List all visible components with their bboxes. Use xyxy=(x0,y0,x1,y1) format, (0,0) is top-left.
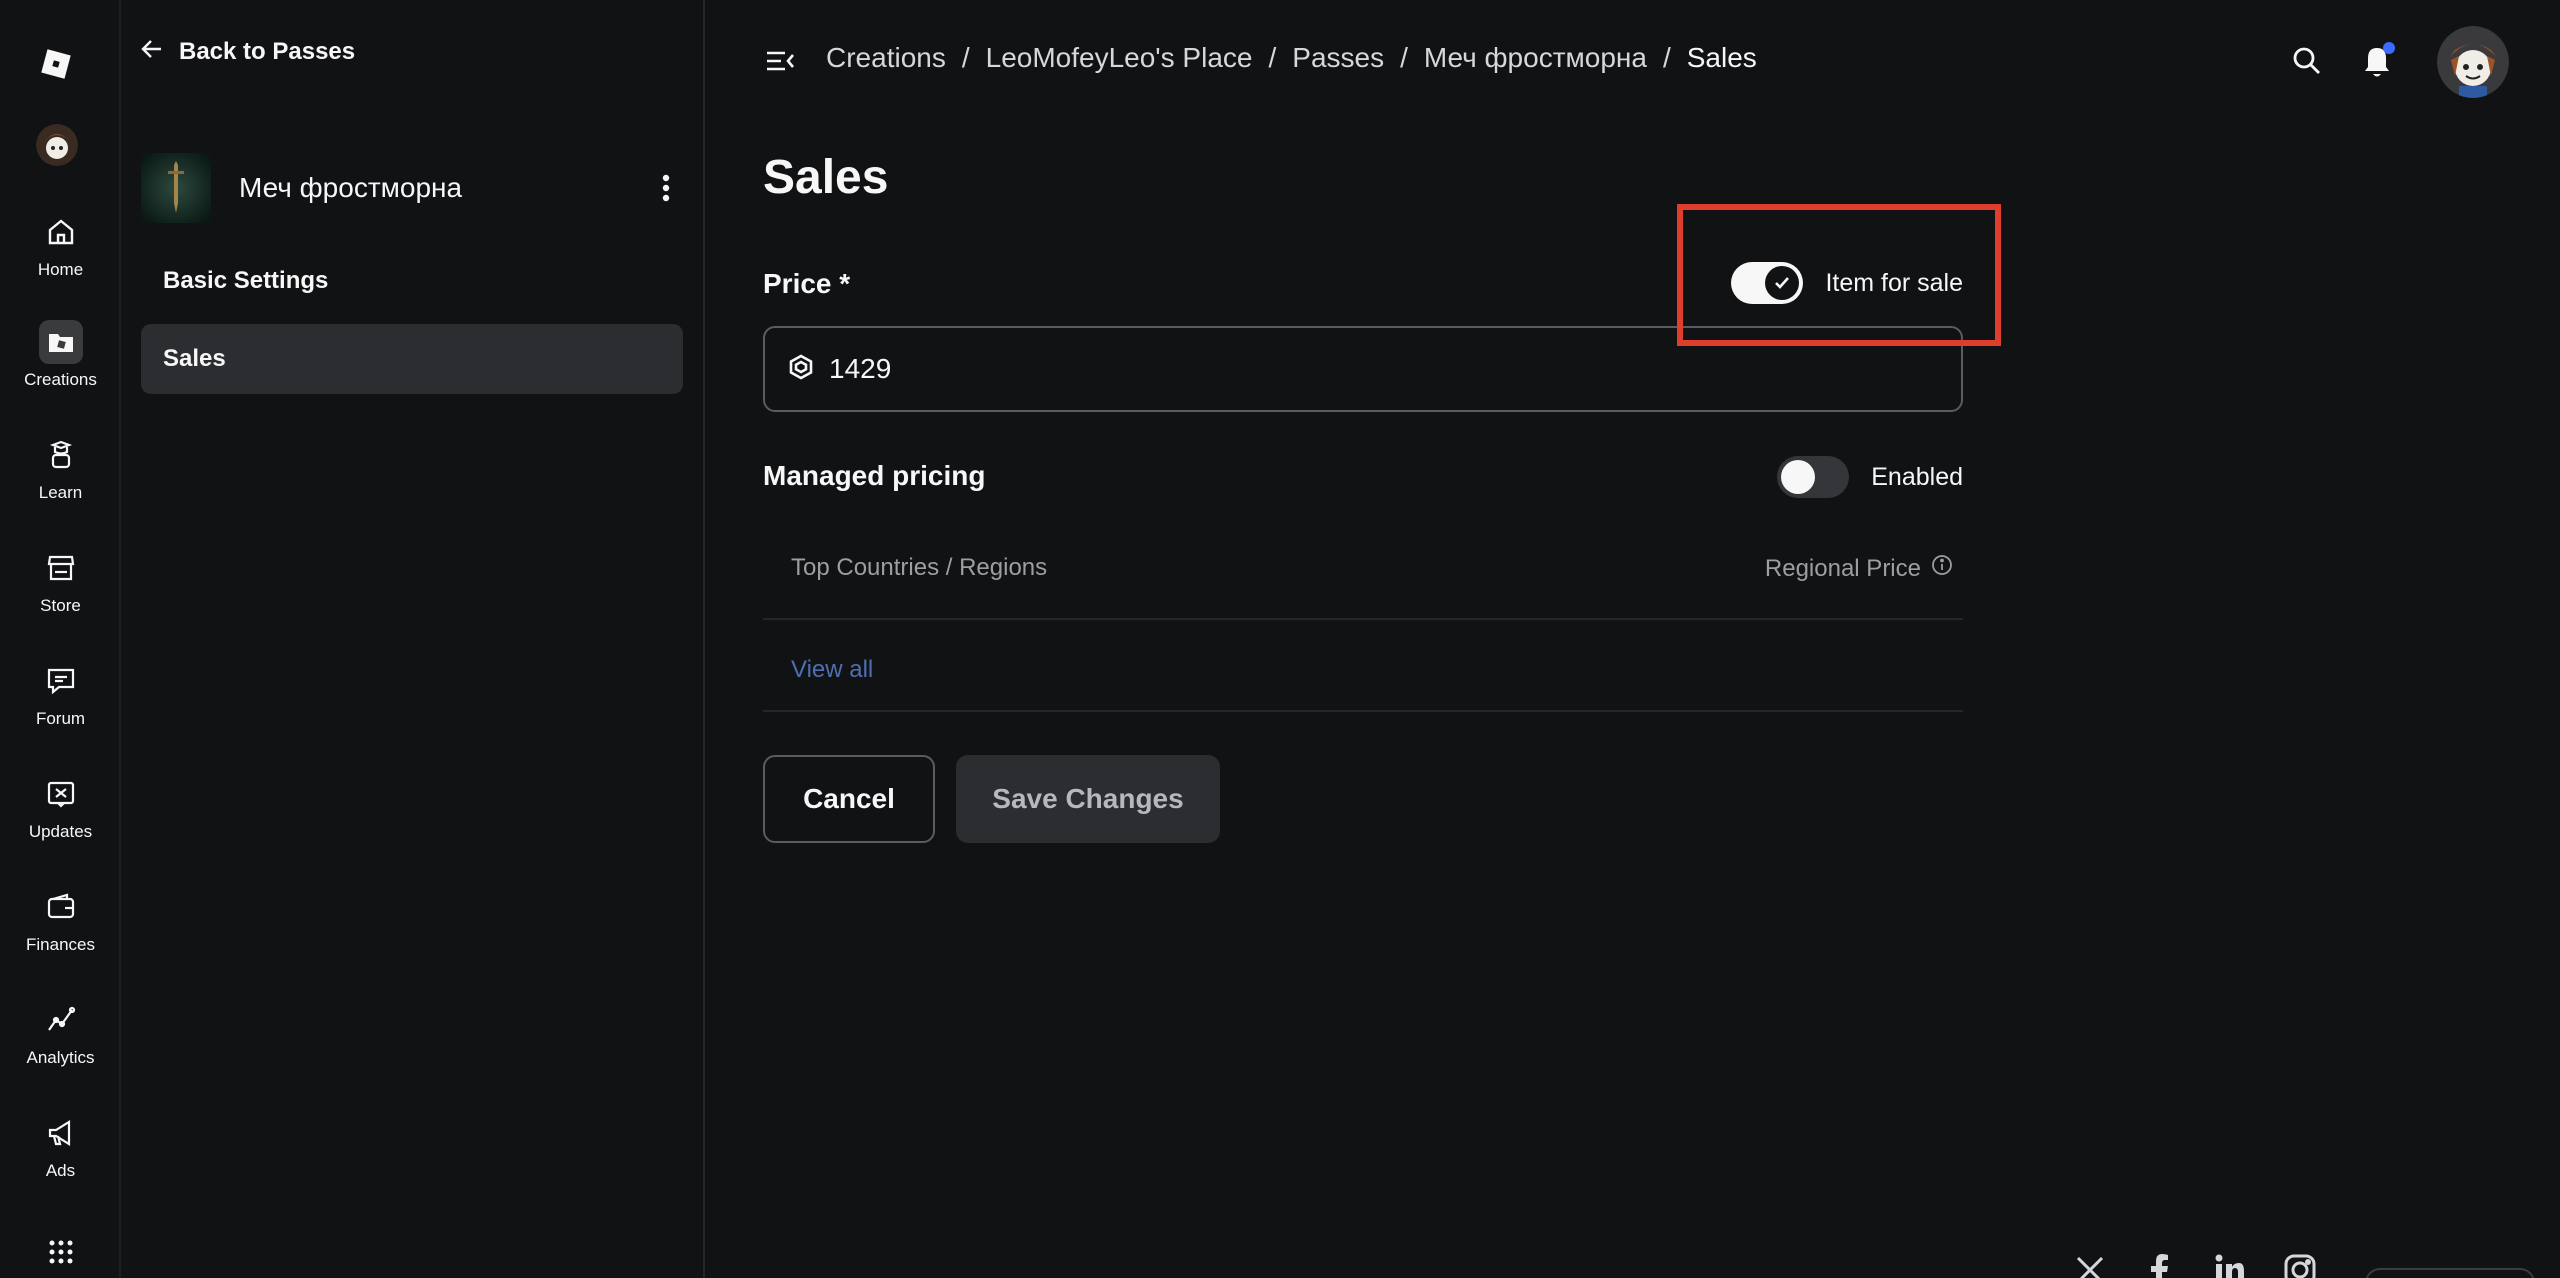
item-for-sale-control: Item for sale xyxy=(1731,262,1963,304)
info-icon[interactable] xyxy=(1931,554,1953,583)
toggle-knob xyxy=(1781,460,1816,494)
save-changes-button[interactable]: Save Changes xyxy=(956,755,1220,843)
managed-pricing-label: Managed pricing xyxy=(763,460,986,491)
breadcrumb-separator: / xyxy=(961,42,970,73)
search-icon[interactable] xyxy=(2290,44,2324,78)
pass-thumbnail xyxy=(141,153,211,223)
x-twitter-icon[interactable] xyxy=(2072,1252,2108,1278)
roblox-logo-icon[interactable] xyxy=(38,46,74,82)
rail-item-home[interactable]: Home xyxy=(0,210,121,310)
language-selector[interactable] xyxy=(2365,1268,2535,1278)
price-field[interactable] xyxy=(763,326,1963,412)
rail-label-finances: Finances xyxy=(26,935,95,954)
rail-item-analytics[interactable]: Analytics xyxy=(0,998,121,1098)
back-to-passes-link[interactable]: Back to Passes xyxy=(139,36,355,68)
breadcrumb-pass[interactable]: Меч фростморна xyxy=(1424,42,1647,74)
notification-dot xyxy=(2383,42,2395,54)
instagram-icon[interactable] xyxy=(2282,1252,2318,1278)
rail-item-ads[interactable]: Ads xyxy=(0,1111,121,1211)
managed-pricing-toggle[interactable] xyxy=(1777,456,1850,498)
breadcrumb-separator: / xyxy=(1400,42,1408,73)
toggle-knob xyxy=(1765,266,1800,300)
rail-item-learn[interactable]: Learn xyxy=(0,433,121,533)
managed-pricing-status: Enabled xyxy=(1871,462,1963,491)
forum-icon xyxy=(39,659,83,703)
column-header-regional-price: Regional Price xyxy=(1765,554,1953,583)
view-all-link[interactable]: View all xyxy=(791,656,873,684)
rail-item-store[interactable]: Store xyxy=(0,546,121,646)
breadcrumb-separator: / xyxy=(1268,42,1277,73)
arrow-left-icon xyxy=(139,36,165,69)
sidebar-item-sales[interactable]: Sales xyxy=(141,324,683,394)
sales-form: Sales Price * Item for sale Managed pric… xyxy=(763,150,1963,843)
home-icon xyxy=(39,210,83,254)
column-header-regions: Top Countries / Regions xyxy=(791,554,1048,581)
robux-icon xyxy=(789,354,813,385)
regional-price-label: Regional Price xyxy=(1764,554,1921,582)
breadcrumb-separator: / xyxy=(1662,42,1671,73)
rail-label-home: Home xyxy=(37,260,84,279)
cancel-button[interactable]: Cancel xyxy=(763,755,935,843)
price-label: Price * xyxy=(763,268,851,299)
item-sidebar: Back to Passes Меч фростморна Basic Sett… xyxy=(121,0,705,1278)
rail-item-forum[interactable]: Forum xyxy=(0,659,121,759)
sidebar-nav: Basic Settings Sales xyxy=(141,246,683,402)
rail-avatar[interactable] xyxy=(36,124,78,166)
linkedin-icon[interactable] xyxy=(2212,1252,2248,1278)
more-options-icon[interactable] xyxy=(651,168,681,208)
store-icon xyxy=(39,546,83,590)
breadcrumb: Creations / LeoMofeyLeo's Place / Passes… xyxy=(826,42,1757,74)
footer-social-links xyxy=(2072,1252,2318,1278)
rail-item-more[interactable] xyxy=(0,1230,121,1278)
finances-icon xyxy=(39,885,83,929)
sidebar-item-basic-settings[interactable]: Basic Settings xyxy=(141,246,683,316)
learn-icon xyxy=(39,433,83,477)
breadcrumb-creations[interactable]: Creations xyxy=(826,42,946,74)
rail-label-analytics: Analytics xyxy=(26,1048,95,1067)
breadcrumb-place[interactable]: LeoMofeyLeo's Place xyxy=(986,42,1253,74)
creations-icon xyxy=(38,320,83,364)
page-title: Sales xyxy=(763,151,889,204)
item-header: Меч фростморна xyxy=(141,152,681,224)
notifications-bell-icon[interactable] xyxy=(2359,42,2395,80)
managed-pricing-control: Enabled xyxy=(1777,456,1963,498)
collapse-menu-icon[interactable] xyxy=(763,44,797,78)
analytics-icon xyxy=(39,998,83,1042)
rail-item-finances[interactable]: Finances xyxy=(0,885,121,985)
back-label: Back to Passes xyxy=(179,38,356,65)
pass-name: Меч фростморна xyxy=(239,172,463,203)
rail-label-updates: Updates xyxy=(28,822,93,841)
ads-icon xyxy=(39,1111,83,1155)
rail-item-updates[interactable]: Updates xyxy=(0,772,121,872)
item-for-sale-label: Item for sale xyxy=(1825,268,1963,297)
rail-label-ads: Ads xyxy=(45,1161,76,1180)
rail-label-forum: Forum xyxy=(35,709,86,728)
grid-menu-icon xyxy=(39,1230,83,1274)
user-avatar[interactable] xyxy=(2437,26,2509,98)
updates-icon xyxy=(39,772,83,816)
regional-price-table-header: Top Countries / Regions Regional Price xyxy=(763,542,1963,620)
facebook-icon[interactable] xyxy=(2142,1252,2178,1278)
top-bar: Creations / LeoMofeyLeo's Place / Passes… xyxy=(705,0,2560,124)
price-row: Price * Item for sale xyxy=(763,258,1963,318)
rail-label-store: Store xyxy=(40,596,81,615)
item-for-sale-toggle[interactable] xyxy=(1731,262,1804,304)
view-all-row: View all xyxy=(763,620,1963,712)
breadcrumb-current: Sales xyxy=(1686,42,1757,73)
rail-label-creations: Creations xyxy=(24,370,97,389)
rail-label-learn: Learn xyxy=(38,483,83,502)
left-rail: Home Creations Learn Store Forum Updates xyxy=(0,0,121,1278)
rail-item-creations[interactable]: Creations xyxy=(0,320,121,420)
price-input[interactable] xyxy=(829,353,1909,385)
managed-pricing-row: Managed pricing Enabled xyxy=(763,452,1963,502)
breadcrumb-passes[interactable]: Passes xyxy=(1292,42,1384,74)
